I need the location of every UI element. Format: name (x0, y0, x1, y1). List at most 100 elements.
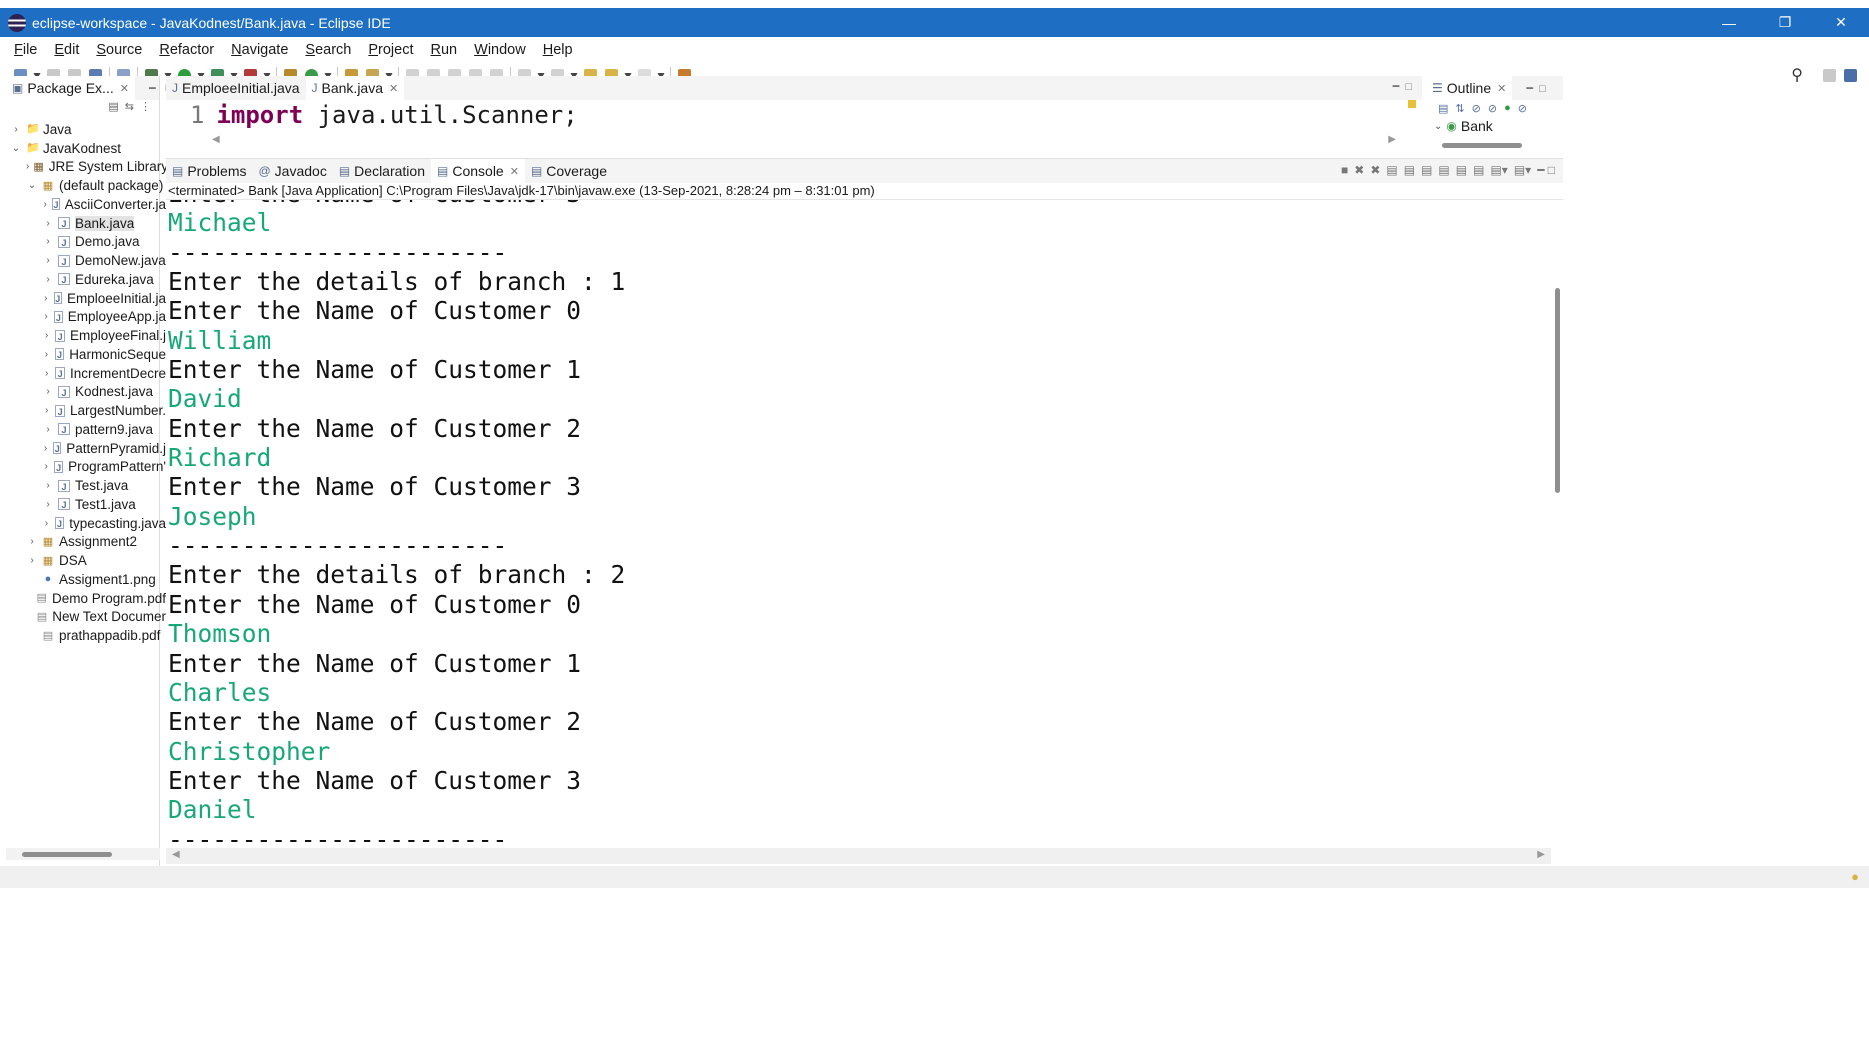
close-icon[interactable]: ✕ (389, 82, 398, 95)
outline-min-max-icon[interactable]: ━ □ (1526, 82, 1545, 95)
show-on-error-icon[interactable]: ▤ (1456, 163, 1467, 177)
chevron-right-icon[interactable]: › (42, 386, 54, 397)
chevron-right-icon[interactable]: › (26, 161, 29, 172)
open-console-icon[interactable]: ▤▾ (1514, 163, 1531, 177)
chevron-right-icon[interactable]: › (10, 124, 22, 135)
chevron-right-icon[interactable]: › (42, 236, 54, 247)
tree-item[interactable]: › J HarmonicSeque (6, 345, 166, 364)
tab-editor-file[interactable]: J EmploeeInitial.java (166, 76, 306, 100)
menu-help[interactable]: Help (543, 42, 573, 58)
tree-item[interactable]: › 📁 Java (6, 120, 166, 139)
tree-item[interactable]: › Jpattern9.java (6, 420, 166, 439)
tree-item[interactable]: › J EmployeeApp.ja (6, 308, 166, 327)
hide-local-types-icon[interactable]: ⊘ (1518, 102, 1527, 115)
editor-min-max-icon[interactable]: ━ □ (1393, 80, 1412, 93)
tree-item[interactable]: ⌄ ▦ (default package) (6, 176, 166, 195)
scroll-left-icon[interactable]: ◀ (172, 849, 180, 860)
tree-item[interactable]: › J Demo.java (6, 233, 166, 252)
tab-package-explorer[interactable]: ▣ Package Ex... ✕ (6, 76, 135, 100)
tree-item[interactable]: › J EmploeeInitial.ja (6, 289, 166, 308)
menu-edit[interactable]: Edit (54, 42, 79, 58)
chevron-right-icon[interactable]: › (42, 368, 51, 379)
tab-outline[interactable]: ☰ Outline ✕ (1426, 76, 1513, 100)
console-vscrollbar[interactable] (1551, 200, 1563, 848)
collapse-all-icon[interactable]: ▤ (108, 100, 118, 113)
hide-fields-icon[interactable]: ⊘ (1472, 102, 1481, 115)
remove-all-icon[interactable]: ✖ (1370, 163, 1380, 177)
tree-item[interactable]: ▤ Demo Program.pdf (6, 589, 166, 608)
scroll-thumb[interactable] (22, 852, 112, 857)
menu-source[interactable]: Source (96, 42, 142, 58)
chevron-right-icon[interactable]: › (42, 293, 50, 304)
hide-static-icon[interactable]: ⊘ (1488, 102, 1497, 115)
scroll-thumb[interactable] (1555, 288, 1560, 493)
word-wrap-icon[interactable]: ▤ (1421, 163, 1432, 177)
restore-button[interactable]: ❐ (1757, 8, 1813, 37)
chevron-right-icon[interactable]: › (42, 330, 51, 341)
search-icon[interactable]: ⚲ (1791, 65, 1803, 85)
lightbulb-icon[interactable]: ● (1851, 869, 1859, 884)
close-button[interactable]: ✕ (1813, 8, 1869, 37)
chevron-right-icon[interactable]: › (26, 555, 38, 566)
java-perspective-icon[interactable] (1844, 68, 1857, 82)
tab-declaration[interactable]: ▤ Declaration (333, 159, 431, 183)
clear-console-icon[interactable]: ▤ (1386, 163, 1397, 177)
tree-item[interactable]: › J Test1.java (6, 495, 166, 514)
remove-launch-icon[interactable]: ✖ (1354, 163, 1364, 177)
tree-item[interactable]: › J EmployeeFinal.j (6, 326, 166, 345)
outline-item[interactable]: ⌄ ◉ Bank (1434, 118, 1493, 134)
show-on-output-icon[interactable]: ▤ (1438, 163, 1449, 177)
tree-item[interactable]: › J Edureka.java (6, 270, 166, 289)
tree-item[interactable]: ▤ New Text Documer (6, 608, 166, 627)
chevron-right-icon[interactable]: › (42, 255, 54, 266)
tree-item[interactable]: › J DemoNew.java (6, 251, 166, 270)
scroll-left-icon[interactable]: ◀ (212, 134, 220, 145)
tree-item[interactable]: › J ProgramPattern' (6, 458, 166, 477)
code-line[interactable]: 1 import java.util.Scanner; (190, 100, 578, 130)
menu-refactor[interactable]: Refactor (159, 42, 214, 58)
outline-scroll-thumb[interactable] (1442, 143, 1522, 148)
tree-item[interactable]: › J Bank.java (6, 214, 166, 233)
pin-console-icon[interactable]: ▤ (1473, 163, 1484, 177)
tree-item[interactable]: › J AsciiConverter.ja (6, 195, 166, 214)
chevron-right-icon[interactable]: › (42, 461, 50, 472)
package-explorer-hscrollbar[interactable] (6, 848, 160, 860)
tab-console[interactable]: ▤ Console ✕ (431, 159, 525, 183)
sort-icon[interactable]: ⇅ (1455, 102, 1464, 115)
scroll-lock-icon[interactable]: ▤ (1404, 163, 1415, 177)
hide-nonpublic-icon[interactable]: ● (1504, 102, 1511, 115)
view-menu-icon[interactable]: ⋮ (140, 100, 151, 113)
chevron-right-icon[interactable]: › (42, 518, 51, 529)
chevron-down-icon[interactable]: ⌄ (1434, 121, 1442, 132)
chevron-right-icon[interactable]: › (42, 311, 50, 322)
terminate-icon[interactable]: ■ (1341, 163, 1348, 177)
console-hscrollbar[interactable]: ◀ ▶ (166, 848, 1551, 864)
tree-item[interactable]: › Jtypecasting.java (6, 514, 166, 533)
chevron-right-icon[interactable]: › (42, 199, 48, 210)
tree-item[interactable]: ▤ prathappadib.pdf (6, 626, 166, 645)
menu-project[interactable]: Project (368, 42, 413, 58)
tab-javadoc[interactable]: @ Javadoc (252, 159, 332, 183)
link-with-editor-icon[interactable]: ⇆ (125, 100, 134, 113)
chevron-right-icon[interactable]: › (42, 480, 54, 491)
close-icon[interactable]: ✕ (120, 82, 129, 95)
tree-item[interactable]: › J LargestNumber. (6, 401, 166, 420)
chevron-right-icon[interactable]: › (42, 424, 54, 435)
chevron-down-icon[interactable]: ⌄ (26, 180, 38, 191)
minimize-button[interactable]: — (1701, 8, 1757, 37)
chevron-right-icon[interactable]: › (42, 405, 51, 416)
tab-coverage[interactable]: ▤ Coverage (525, 159, 613, 183)
tree-item[interactable]: › J PatternPyramid.j (6, 439, 166, 458)
editor-hscrollbar[interactable]: ◀ ▶ (212, 134, 1396, 149)
tree-item[interactable]: ● Assigment1.png (6, 570, 166, 589)
scroll-right-icon[interactable]: ▶ (1537, 849, 1545, 860)
close-icon[interactable]: ✕ (510, 165, 519, 178)
chevron-right-icon[interactable]: › (26, 536, 38, 547)
chevron-right-icon[interactable]: › (42, 274, 54, 285)
menu-search[interactable]: Search (305, 42, 351, 58)
console-min-max-icon[interactable]: ━ □ (1537, 163, 1555, 177)
console-output[interactable]: Enter the Name of Customer 3Michael-----… (166, 200, 1551, 848)
close-icon[interactable]: ✕ (1497, 82, 1506, 95)
chevron-right-icon[interactable]: › (42, 443, 49, 454)
minimize-view-icon[interactable]: ━ (149, 82, 156, 95)
